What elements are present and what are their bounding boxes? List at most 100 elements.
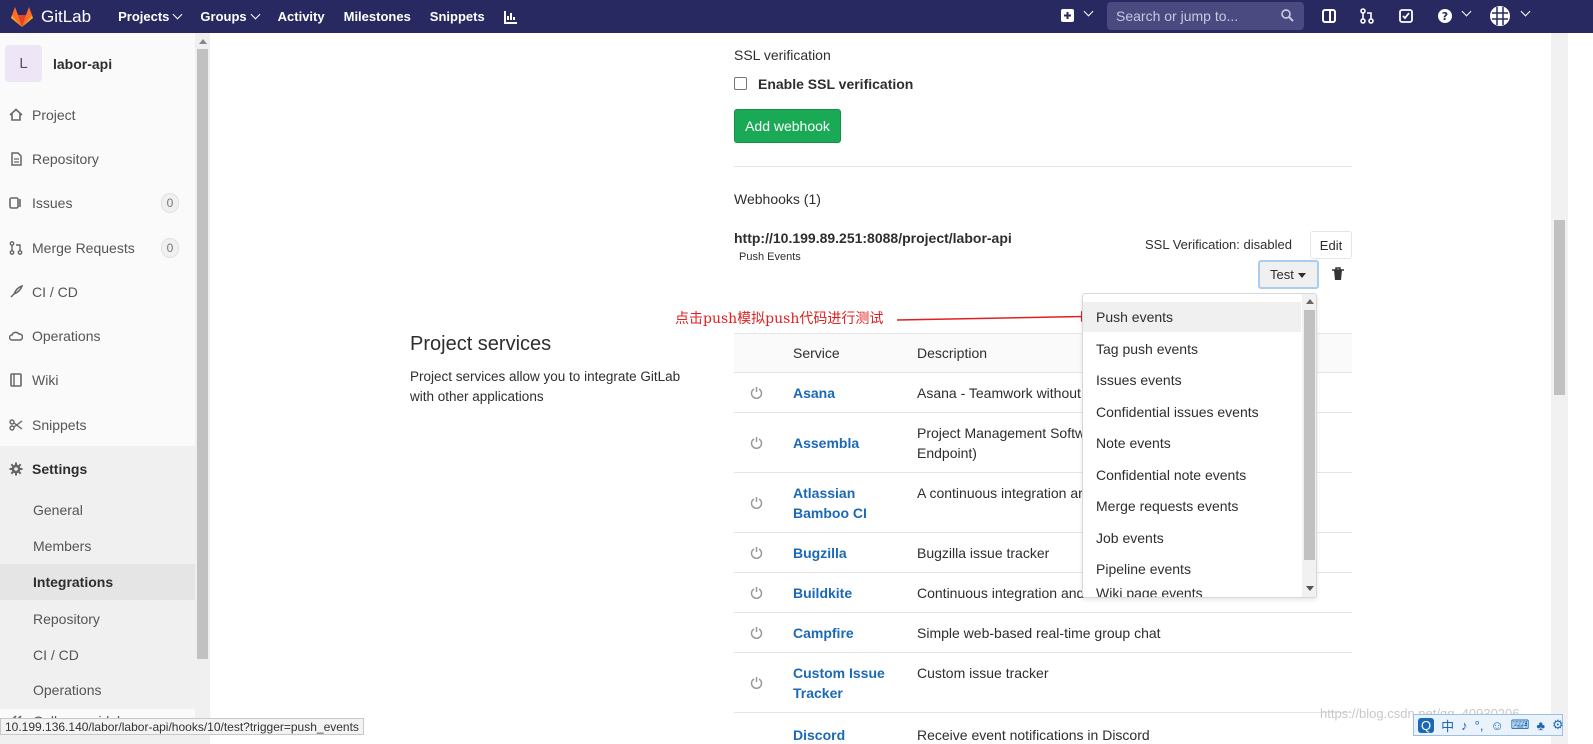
ime-toolbar[interactable]: Q 中 ♪ °, ☺ ⌨ ♣ ⚙ [1413, 714, 1564, 736]
settings-item-ci-cd[interactable]: CI / CD [0, 637, 195, 673]
search-input[interactable]: Search or jump to... [1107, 2, 1304, 30]
sidebar-item-label: Repository [32, 151, 99, 167]
test-webhook-dropdown-button[interactable]: Test [1258, 260, 1319, 289]
settings-item-operations[interactable]: Operations [0, 672, 195, 698]
service-name[interactable]: Campfire [793, 623, 854, 643]
sidebar-item-merge-requests[interactable]: Merge Requests 0 [0, 233, 195, 263]
service-description: Custom issue tracker [917, 665, 1049, 681]
sidebar-toggle-icon[interactable] [1321, 8, 1337, 24]
browser-status-url: 10.199.136.140/labor/labor-api/hooks/10/… [0, 718, 364, 735]
service-description: Bugzilla issue tracker [917, 545, 1050, 561]
settings-item-general[interactable]: General [0, 492, 195, 528]
dropdown-item-push-events[interactable]: Push events [1083, 302, 1301, 332]
nav-groups[interactable]: Groups [200, 9, 261, 24]
ssl-checkbox[interactable] [734, 77, 747, 90]
settings-item-integrations[interactable]: Integrations [0, 564, 195, 600]
dropdown-item-merge-requests-events[interactable]: Merge requests events [1083, 491, 1301, 521]
plus-square-icon[interactable] [1060, 8, 1076, 24]
ime-item[interactable]: ⚙ [1552, 717, 1564, 733]
table-row[interactable]: Campfire Simple web-based real-time grou… [734, 613, 1352, 653]
sidebar-item-project[interactable]: Project [0, 100, 195, 130]
add-webhook-button[interactable]: Add webhook [734, 109, 841, 143]
sidebar-item-wiki[interactable]: Wiki [0, 365, 195, 395]
user-avatar-icon[interactable] [1489, 5, 1511, 27]
service-name[interactable]: Custom Issue [793, 663, 885, 683]
sidebar-item-snippets[interactable]: Snippets [0, 410, 195, 440]
dropdown-item-tag-push-events[interactable]: Tag push events [1083, 334, 1301, 364]
chevron-down-icon [250, 9, 261, 20]
nav-chart[interactable] [503, 9, 518, 24]
merge-icon [9, 241, 23, 255]
top-navbar: GitLab Projects Groups Activity Mileston… [0, 0, 1593, 33]
column-header-description: Description [917, 345, 988, 361]
dropdown-item-job-events[interactable]: Job events [1083, 523, 1301, 553]
sidebar-item-settings[interactable]: Settings [0, 454, 195, 484]
dropdown-item-pipeline-events[interactable]: Pipeline events [1083, 554, 1301, 584]
ime-item[interactable]: ♣ [1537, 718, 1546, 733]
ime-item[interactable]: °, [1475, 718, 1484, 733]
nav-milestones[interactable]: Milestones [344, 9, 411, 24]
dropdown-item-note-events[interactable]: Note events [1083, 428, 1301, 458]
project-sidebar: L labor-api Project Repository Issues 0 … [0, 33, 210, 744]
settings-section: Settings General Members Integrations Re… [0, 446, 195, 744]
help-icon[interactable]: ? [1437, 8, 1453, 24]
issues-count-badge: 0 [161, 193, 179, 213]
scroll-up-arrow-icon[interactable] [1306, 299, 1314, 304]
dropdown-item-confidential-note-events[interactable]: Confidential note events [1083, 460, 1301, 490]
ime-item[interactable]: 中 [1441, 716, 1454, 735]
test-events-dropdown: Push events Tag push events Issues event… [1082, 293, 1317, 598]
settings-item-repository[interactable]: Repository [0, 601, 195, 637]
table-row[interactable]: Discord Receive event notifications in D… [734, 713, 1352, 744]
sidebar-scroll-thumb[interactable] [197, 49, 208, 659]
ime-item[interactable]: ⌨ [1511, 717, 1530, 733]
annotation-text: 点击push模拟push代码进行测试 [675, 311, 884, 327]
trash-icon[interactable] [1331, 267, 1345, 281]
service-name[interactable]: Asana [793, 383, 835, 403]
rocket-icon [10, 285, 23, 298]
page-scroll-thumb[interactable] [1554, 220, 1565, 395]
service-name[interactable]: Atlassian [793, 483, 855, 503]
caret-down-icon [1298, 273, 1306, 278]
book-icon [10, 373, 22, 387]
scroll-up-arrow-icon[interactable] [199, 39, 207, 44]
service-name-cont[interactable]: Bamboo CI [793, 503, 867, 523]
nav-groups-label: Groups [200, 9, 247, 24]
dropdown-item-issues-events[interactable]: Issues events [1083, 365, 1301, 395]
nav-projects[interactable]: Projects [118, 9, 183, 24]
service-name[interactable]: Assembla [793, 433, 859, 453]
dropdown-item-wiki-page-events[interactable]: Wiki page events [1083, 585, 1301, 597]
service-description-cont: Endpoint) [917, 445, 977, 461]
service-name-cont[interactable]: Tracker [793, 683, 843, 703]
settings-item-members[interactable]: Members [0, 528, 195, 564]
service-name[interactable]: Discord [793, 725, 845, 744]
ssl-checkbox-label[interactable]: Enable SSL verification [758, 76, 913, 92]
ime-item[interactable]: ☺ [1490, 718, 1503, 733]
gitlab-logo[interactable]: GitLab [10, 0, 91, 33]
service-name[interactable]: Bugzilla [793, 543, 847, 563]
svg-text:?: ? [1442, 10, 1448, 23]
edit-webhook-button[interactable]: Edit [1310, 231, 1352, 259]
dropdown-item-confidential-issues-events[interactable]: Confidential issues events [1083, 397, 1301, 427]
tanuki-icon [11, 6, 33, 27]
scroll-down-arrow-icon[interactable] [1306, 586, 1314, 591]
sidebar-item-operations[interactable]: Operations [0, 321, 195, 351]
nav-snippets[interactable]: Snippets [430, 9, 485, 24]
table-row[interactable]: Custom Issue Tracker Custom issue tracke… [734, 653, 1352, 713]
ime-logo-icon: Q [1418, 717, 1435, 733]
power-icon [750, 627, 763, 639]
gear-icon [9, 462, 23, 476]
sidebar-item-label: Snippets [32, 417, 87, 433]
todo-check-icon[interactable] [1398, 8, 1414, 24]
power-icon [750, 587, 763, 599]
scissors-icon [9, 419, 23, 431]
sidebar-item-issues[interactable]: Issues 0 [0, 188, 195, 218]
sidebar-item-ci-cd[interactable]: CI / CD [0, 277, 195, 307]
ime-item[interactable]: ♪ [1461, 718, 1468, 733]
sidebar-item-repository[interactable]: Repository [0, 144, 195, 174]
sidebar-project-header[interactable]: L labor-api [5, 45, 112, 82]
dropdown-scroll-thumb[interactable] [1304, 310, 1315, 560]
nav-activity[interactable]: Activity [278, 9, 325, 24]
sidebar-item-label: Project [32, 107, 76, 123]
merge-request-icon[interactable] [1359, 8, 1375, 24]
service-name[interactable]: Buildkite [793, 583, 852, 603]
